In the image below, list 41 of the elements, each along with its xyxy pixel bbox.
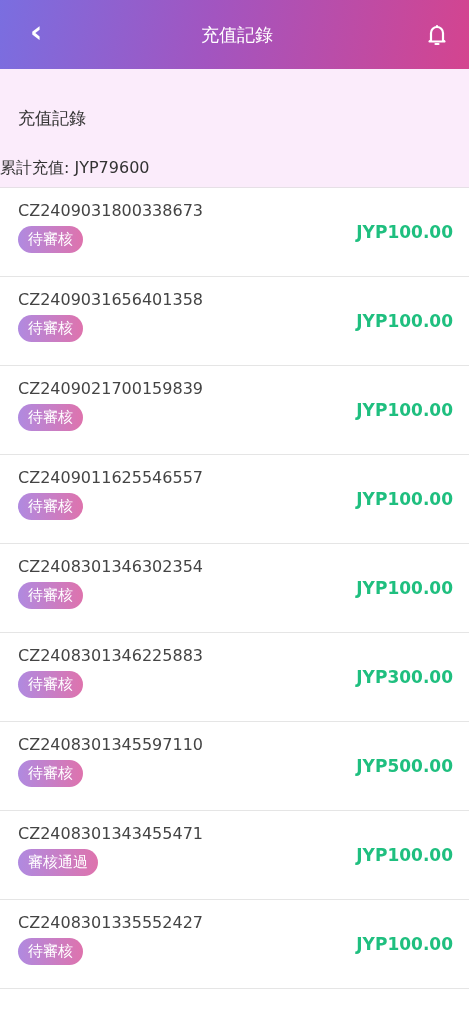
amount: JYP100.00 — [356, 489, 453, 509]
record-row[interactable]: CZ2408301346225883 待審核 JYP300.00 — [0, 633, 469, 722]
back-button[interactable]: ‹ — [24, 16, 49, 53]
order-number: CZ2408301346225883 — [18, 646, 203, 665]
order-number: CZ2408301345597110 — [18, 735, 203, 754]
status-tag: 待審核 — [18, 404, 83, 431]
order-number: CZ2409031656401358 — [18, 290, 203, 309]
page-title: 充值記錄 — [200, 22, 273, 47]
record-row[interactable]: CZ2408301345597110 待審核 JYP500.00 — [0, 722, 469, 811]
order-number: CZ2408301335552427 — [18, 913, 203, 932]
record-row[interactable]: CZ2408301335552427 待審核 JYP100.00 — [0, 900, 469, 989]
total-recharge: 累計充值: JYP79600 — [0, 158, 151, 179]
status-tag: 待審核 — [18, 226, 83, 253]
status-tag: 待審核 — [18, 315, 83, 342]
status-tag: 待審核 — [18, 938, 83, 965]
status-tag: 審核通過 — [18, 849, 98, 876]
amount: JYP100.00 — [356, 845, 453, 865]
order-number: CZ2408301343455471 — [18, 824, 203, 843]
order-number: CZ2409031800338673 — [18, 201, 203, 220]
record-row[interactable]: CZ2409021700159839 待審核 JYP100.00 — [0, 366, 469, 455]
status-tag: 待審核 — [18, 760, 83, 787]
section-heading: 充值記錄 — [17, 107, 87, 130]
status-tag: 待審核 — [18, 671, 83, 698]
record-row[interactable]: CZ2409031800338673 待審核 JYP100.00 — [0, 188, 469, 277]
amount: JYP100.00 — [356, 934, 453, 954]
amount: JYP100.00 — [356, 578, 453, 598]
record-row[interactable]: CZ2409011625546557 待審核 JYP100.00 — [0, 455, 469, 544]
amount: JYP100.00 — [356, 311, 453, 331]
amount: JYP300.00 — [356, 667, 453, 687]
order-number: CZ2409021700159839 — [18, 379, 203, 398]
record-row[interactable]: CZ2409031656401358 待審核 JYP100.00 — [0, 277, 469, 366]
order-number: CZ2409011625546557 — [18, 468, 203, 487]
amount: JYP500.00 — [356, 756, 453, 776]
amount: JYP100.00 — [356, 400, 453, 420]
amount: JYP100.00 — [356, 222, 453, 242]
bell-icon[interactable] — [425, 22, 449, 47]
status-tag: 待審核 — [18, 493, 83, 520]
record-row[interactable]: CZ2408301343455471 審核通過 JYP100.00 — [0, 811, 469, 900]
order-number: CZ2408301346302354 — [18, 557, 203, 576]
status-tag: 待審核 — [18, 582, 83, 609]
record-row[interactable]: CZ2408301346302354 待審核 JYP100.00 — [0, 544, 469, 633]
